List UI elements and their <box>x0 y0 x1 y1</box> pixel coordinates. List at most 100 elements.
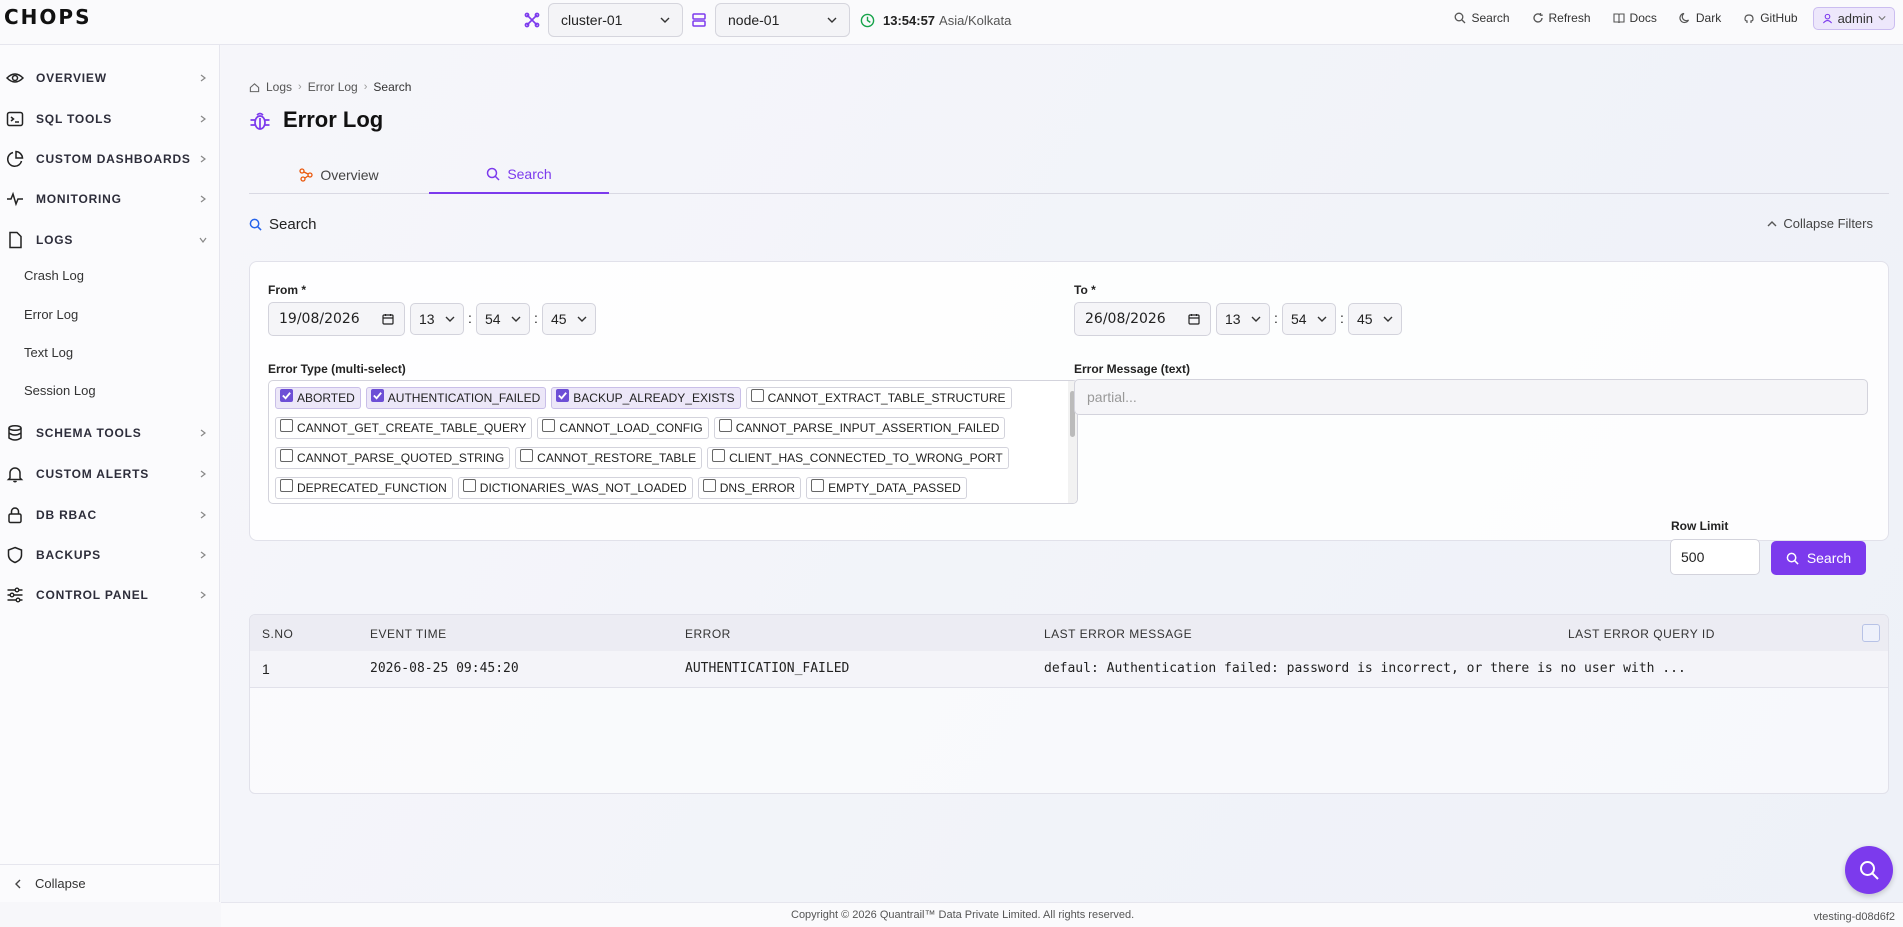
checkbox[interactable] <box>280 478 293 492</box>
docs-link[interactable]: Docs <box>1602 11 1668 25</box>
tab-search-label: Search <box>507 165 552 182</box>
cluster-select[interactable]: cluster-01 <box>548 3 683 37</box>
checkbox[interactable] <box>702 478 716 492</box>
chevron-down-icon <box>577 316 587 322</box>
from-second-select[interactable]: 45 <box>542 303 596 335</box>
time-separator: : <box>1340 310 1344 326</box>
column-header-last-error-query-id[interactable]: LAST ERROR QUERY ID <box>1568 627 1715 641</box>
error-type-option[interactable]: EMPTY_DATA_PASSED <box>806 477 967 499</box>
breadcrumb-error-log[interactable]: Error Log <box>308 80 358 94</box>
sidebar-item-custom-dashboards[interactable]: CUSTOM DASHBOARDS <box>0 144 219 174</box>
error-message-input[interactable]: partial... <box>1074 379 1868 415</box>
chevron-down-icon <box>1317 316 1327 322</box>
to-minute-select[interactable]: 54 <box>1282 303 1336 335</box>
error-message-placeholder: partial... <box>1087 389 1137 405</box>
sidebar-item-custom-alerts[interactable]: CUSTOM ALERTS <box>0 459 219 489</box>
node-select[interactable]: node-01 <box>715 3 850 37</box>
sidebar-item-label: LOGS <box>36 233 74 247</box>
checkbox-checked[interactable] <box>370 388 384 402</box>
checkbox[interactable] <box>712 448 726 462</box>
from-hour-select[interactable]: 13 <box>410 303 464 335</box>
check-icon <box>558 391 568 400</box>
column-header-event-time[interactable]: EVENT TIME <box>370 627 447 641</box>
error-type-option[interactable]: CANNOT_PARSE_QUOTED_STRING <box>275 447 511 469</box>
checkbox[interactable] <box>750 388 764 402</box>
sidebar-item-logs[interactable]: LOGS <box>0 225 219 255</box>
floating-search-button[interactable] <box>1845 846 1893 894</box>
error-type-option[interactable]: DNS_ERROR <box>697 477 802 499</box>
breadcrumb-logs[interactable]: Logs <box>266 80 292 94</box>
pie-chart-icon <box>7 150 24 167</box>
sidebar-subitem-session-log[interactable]: Session Log <box>24 383 96 398</box>
checkbox[interactable] <box>811 478 825 492</box>
checkbox[interactable] <box>542 418 556 432</box>
checkbox[interactable] <box>462 478 476 492</box>
collapse-filters-button[interactable]: Collapse Filters <box>1767 216 1873 231</box>
error-type-option[interactable]: CANNOT_GET_CREATE_TABLE_QUERY <box>275 417 533 439</box>
theme-toggle[interactable]: Dark <box>1668 11 1732 25</box>
error-type-option[interactable]: BACKUP_ALREADY_EXISTS <box>551 387 741 409</box>
calendar-icon <box>1188 314 1200 325</box>
chevron-right-icon <box>200 470 206 478</box>
checkbox[interactable] <box>280 418 293 432</box>
sidebar-item-backups[interactable]: BACKUPS <box>0 540 219 570</box>
error-type-option[interactable]: DEPRECATED_FUNCTION <box>275 477 453 499</box>
checkbox[interactable] <box>718 418 732 432</box>
search-button[interactable]: Search <box>1771 541 1866 575</box>
error-type-option[interactable]: CANNOT_RESTORE_TABLE <box>515 447 703 469</box>
sidebar-item-monitoring[interactable]: MONITORING <box>0 184 219 214</box>
sidebar-item-label: MONITORING <box>36 192 122 206</box>
github-link[interactable]: GitHub <box>1732 11 1808 25</box>
checkbox[interactable] <box>280 448 293 462</box>
sidebar-item-overview[interactable]: OVERVIEW <box>0 63 219 93</box>
row-limit-input[interactable]: 500 <box>1670 539 1760 575</box>
sidebar-item-label: SQL TOOLS <box>36 112 113 126</box>
error-type-option[interactable]: CANNOT_EXTRACT_TABLE_STRUCTURE <box>745 387 1012 409</box>
error-type-multiselect[interactable]: ABORTED AUTHENTICATION_FAILED BACKUP_ALR… <box>268 380 1078 504</box>
chevron-left-icon <box>15 879 21 888</box>
user-menu-button[interactable]: admin <box>1812 6 1895 30</box>
home-icon <box>249 82 260 92</box>
option-label: BACKUP_ALREADY_EXISTS <box>573 391 735 405</box>
checkbox-checked[interactable] <box>556 388 570 402</box>
to-date-value: 26/08/2026 <box>1085 311 1166 327</box>
error-type-option[interactable]: CANNOT_LOAD_CONFIG <box>537 417 709 439</box>
search-icon <box>1786 552 1799 565</box>
to-date-input[interactable]: 26/08/2026 <box>1074 302 1211 336</box>
option-label: EMPTY_DATA_PASSED <box>828 481 961 495</box>
sidebar-item-sql-tools[interactable]: SQL TOOLS <box>0 104 219 134</box>
search-link[interactable]: Search <box>1443 11 1520 25</box>
table-row[interactable]: 1 2026-08-25 09:45:20 AUTHENTICATION_FAI… <box>250 651 1888 688</box>
error-type-option[interactable]: ABORTED <box>275 387 361 409</box>
sidebar-item-db-rbac[interactable]: DB RBAC <box>0 500 219 530</box>
error-type-option[interactable]: CLIENT_HAS_CONNECTED_TO_WRONG_PORT <box>707 447 1009 469</box>
copyright-text: Copyright © 2026 Quantrail™ Data Private… <box>791 909 1135 921</box>
expand-table-icon[interactable] <box>1862 624 1880 642</box>
sidebar-item-schema-tools[interactable]: SCHEMA TOOLS <box>0 418 219 448</box>
error-type-option[interactable]: DICTIONARIES_WAS_NOT_LOADED <box>457 477 693 499</box>
app-logo[interactable]: CHOPS <box>4 4 91 30</box>
sidebar-subitem-error-log[interactable]: Error Log <box>24 307 78 322</box>
to-hour-select[interactable]: 13 <box>1216 303 1270 335</box>
column-header-last-error-message[interactable]: LAST ERROR MESSAGE <box>1044 627 1192 641</box>
sidebar-subitem-text-log[interactable]: Text Log <box>24 345 73 360</box>
column-header-sno[interactable]: S.NO <box>262 627 293 641</box>
column-header-error[interactable]: ERROR <box>685 627 731 641</box>
from-date-input[interactable]: 19/08/2026 <box>268 302 405 336</box>
sidebar-collapse-button[interactable]: Collapse <box>0 864 219 902</box>
refresh-link[interactable]: Refresh <box>1521 11 1602 25</box>
sidebar-subitem-crash-log[interactable]: Crash Log <box>24 268 84 283</box>
github-link-label: GitHub <box>1760 11 1798 25</box>
sidebar-item-control-panel[interactable]: CONTROL PANEL <box>0 580 219 610</box>
cluster-value: cluster-01 <box>561 12 623 28</box>
tab-search[interactable]: Search <box>429 155 609 194</box>
checkbox[interactable] <box>520 448 534 462</box>
checkbox-checked[interactable] <box>280 388 293 402</box>
github-icon <box>1744 14 1754 23</box>
to-second-select[interactable]: 45 <box>1348 303 1402 335</box>
error-type-option[interactable]: AUTHENTICATION_FAILED <box>365 387 547 409</box>
bell-icon <box>6 467 24 483</box>
from-minute-select[interactable]: 54 <box>476 303 530 335</box>
error-type-option[interactable]: CANNOT_PARSE_INPUT_ASSERTION_FAILED <box>713 417 1006 439</box>
tab-overview[interactable]: Overview <box>249 155 429 194</box>
